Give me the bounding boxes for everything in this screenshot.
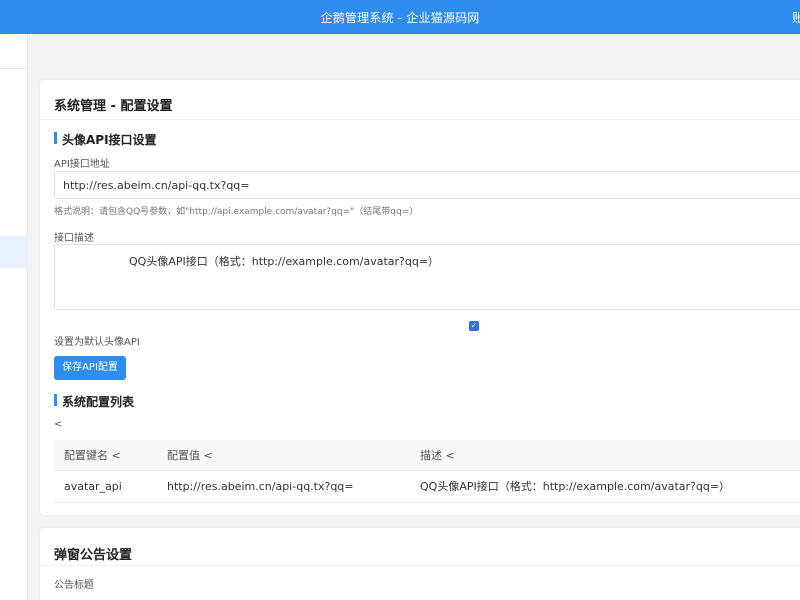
config-settings-card: 系统管理 - 配置设置 头像API接口设置 API接口地址 格式说明：请包含QQ… [40, 80, 800, 515]
popup-notice-card: 弹窗公告设置 公告标题 [40, 528, 800, 600]
page-title: 系统管理 - 配置设置 [54, 99, 173, 114]
sidebar [0, 34, 28, 600]
table-cell-key: avatar_api [64, 480, 122, 493]
api-desc-label: 接口描述 [54, 233, 94, 244]
api-url-label: API接口地址 [54, 159, 110, 170]
api-desc-text: QQ头像API接口（格式：http://example.com/avatar?q… [129, 255, 440, 268]
table-header: 配置键名 < 配置值 < 描述 < [54, 440, 800, 471]
popup-notice-title: 弹窗公告设置 [54, 548, 133, 563]
top-header-bar: 企鹅管理系统 - 企业猫源码网 账 [0, 0, 800, 34]
column-header-key[interactable]: 配置键名 < [64, 440, 121, 471]
api-desc-textarea[interactable]: QQ头像API接口（格式：http://example.com/avatar?q… [54, 244, 800, 310]
save-api-config-button[interactable]: 保存API配置 [54, 356, 126, 380]
api-url-input[interactable] [54, 171, 800, 199]
card-header-divider [40, 119, 800, 120]
column-header-value[interactable]: 配置值 < [167, 440, 213, 471]
back-icon[interactable]: < [54, 419, 62, 430]
app-title: 企鹅管理系统 - 企业猫源码网 [320, 11, 480, 25]
section-title-avatar-api: 头像API接口设置 [54, 131, 157, 148]
sidebar-divider [0, 68, 28, 69]
api-url-hint: 格式说明：请包含QQ号参数，如"http://api.example.com/a… [54, 207, 419, 217]
default-api-checkbox[interactable]: ✓ [469, 321, 479, 331]
table-row: avatar_api http://res.abeim.cn/api-qq.tx… [54, 471, 800, 503]
column-header-desc[interactable]: 描述 < [420, 440, 455, 471]
table-cell-desc: QQ头像API接口（格式：http://example.com/avatar?q… [420, 480, 731, 493]
sidebar-item-active[interactable] [0, 236, 28, 268]
notice-title-label: 公告标题 [54, 580, 94, 591]
popup-card-divider [40, 565, 800, 566]
default-api-label: 设置为默认头像API [54, 337, 140, 348]
section-title-config-list: 系统配置列表 [54, 393, 134, 410]
user-menu-text[interactable]: 账 [792, 9, 800, 26]
table-cell-value: http://res.abeim.cn/api-qq.tx?qq= [167, 480, 354, 493]
